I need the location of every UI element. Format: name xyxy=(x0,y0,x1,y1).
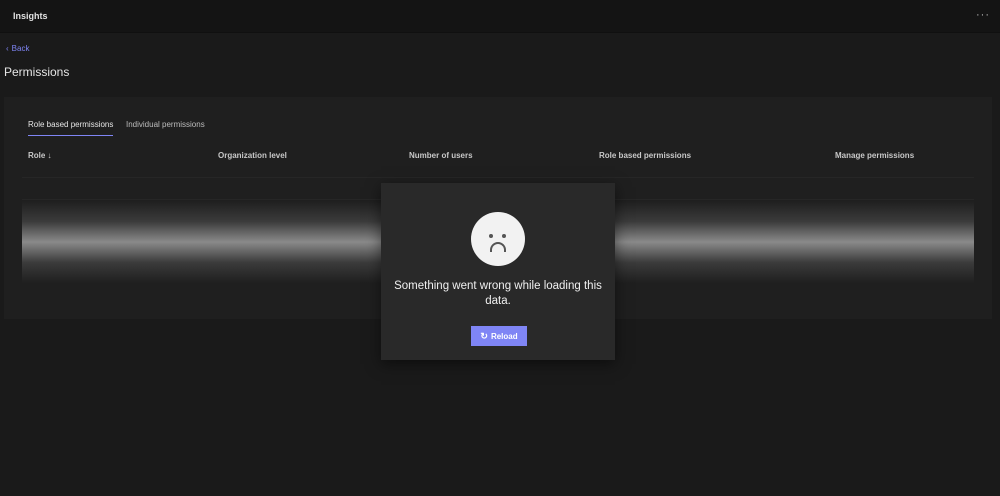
chevron-left-icon: ‹ xyxy=(6,44,9,53)
back-label: Back xyxy=(11,44,30,53)
column-header-manage-permissions[interactable]: Manage permissions xyxy=(835,151,914,160)
column-header-number-of-users[interactable]: Number of users xyxy=(409,151,473,160)
reload-button[interactable]: ↻ Reload xyxy=(471,326,527,346)
refresh-icon: ↻ xyxy=(480,330,488,341)
page-title: Permissions xyxy=(4,65,70,79)
app-title: Insights xyxy=(13,11,48,21)
back-link[interactable]: ‹ Back xyxy=(6,44,29,53)
error-message: Something went wrong while loading this … xyxy=(394,280,602,307)
reload-label: Reload xyxy=(490,331,518,341)
row-divider xyxy=(22,177,974,178)
sad-face-icon xyxy=(471,212,525,266)
title-bar: Insights ··· xyxy=(0,0,1000,33)
column-header-organization-level[interactable]: Organization level xyxy=(218,151,287,160)
error-dialog: Something went wrong while loading this … xyxy=(381,183,615,360)
tab-individual-permissions[interactable]: Individual permissions xyxy=(126,120,205,129)
tab-role-based-permissions[interactable]: Role based permissions xyxy=(28,120,114,136)
column-header-role[interactable]: Role ↓ xyxy=(28,151,52,160)
column-header-role-based-permissions[interactable]: Role based permissions xyxy=(599,151,691,160)
more-options-button[interactable]: ··· xyxy=(976,9,990,21)
